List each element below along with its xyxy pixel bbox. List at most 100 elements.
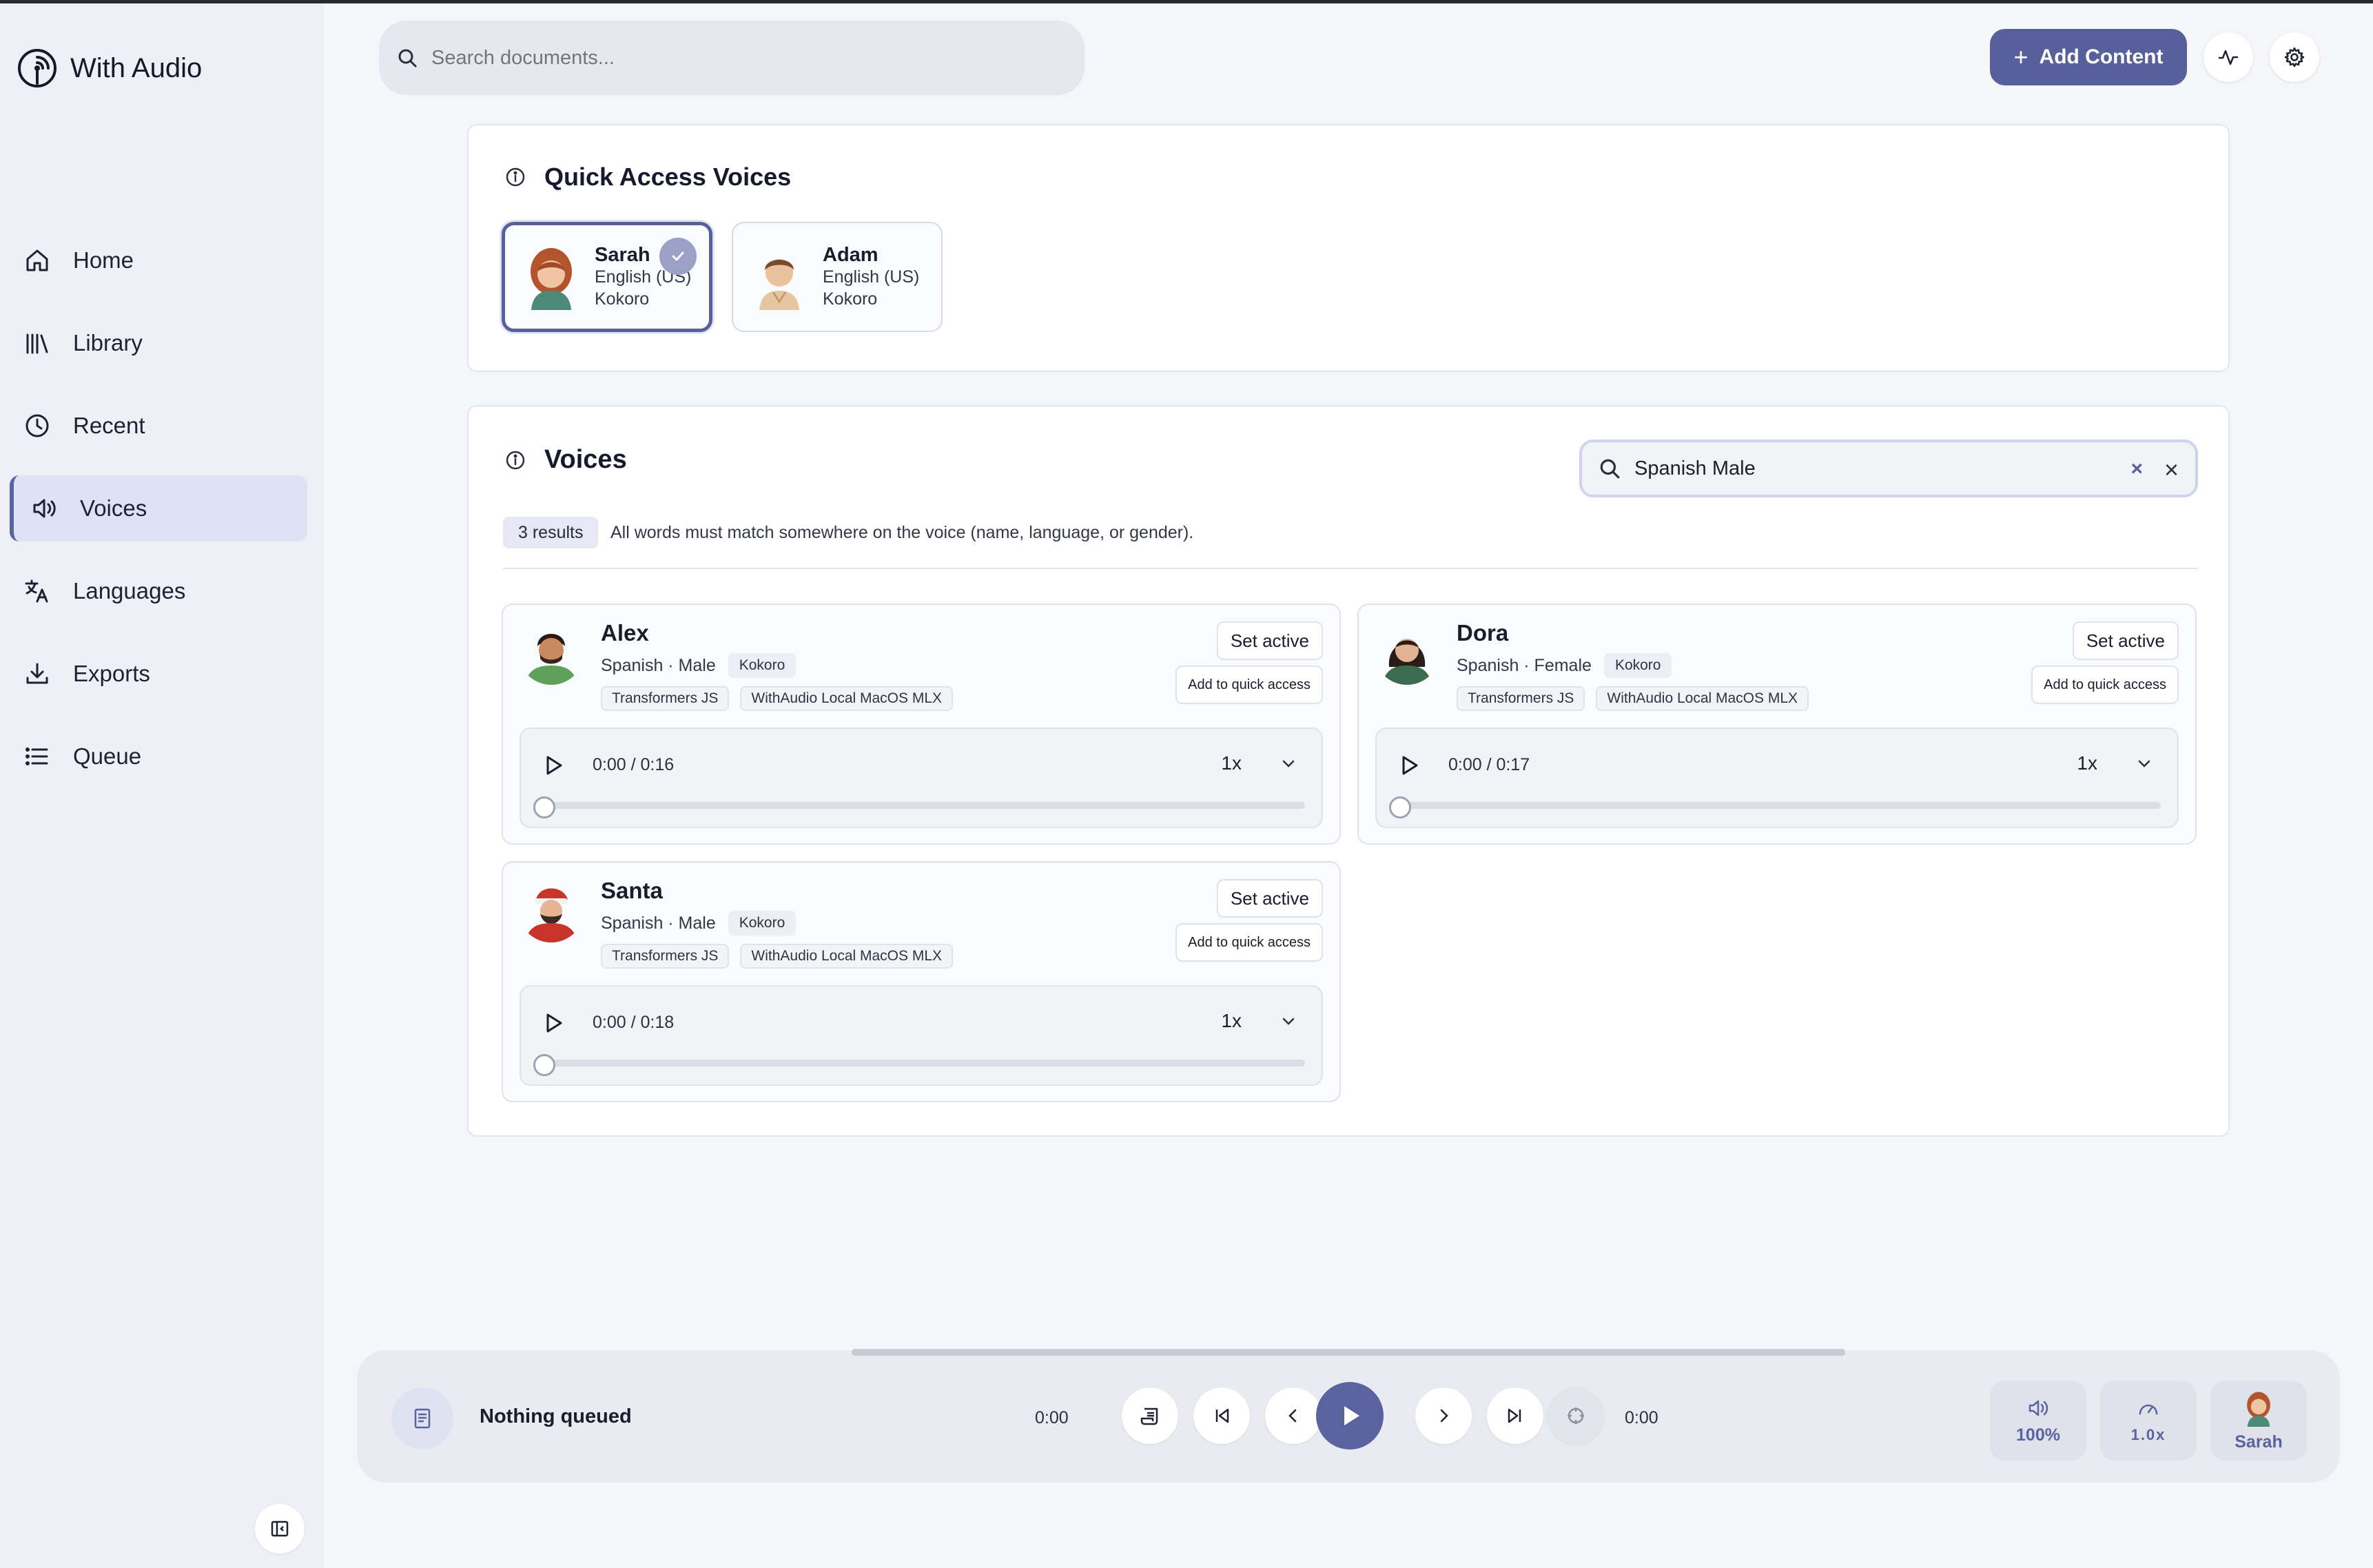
voice-name: Santa	[601, 878, 663, 903]
chevron-down-icon	[1282, 1018, 1295, 1025]
voice-tags: Transformers JS WithAudio Local MacOS ML…	[1457, 686, 1809, 711]
voice-search-box[interactable]: × ×	[1579, 440, 2198, 497]
tag-chip: Transformers JS	[1457, 686, 1585, 711]
add-to-quick-access-button[interactable]: Add to quick access	[2031, 666, 2179, 704]
sidebar: With Audio Home Library Recent Voices La…	[0, 3, 324, 1568]
document-thumbnail[interactable]	[391, 1388, 453, 1450]
preview-progress-track[interactable]	[539, 1060, 1305, 1066]
preview-progress-knob[interactable]	[533, 796, 555, 818]
skip-back-icon	[1215, 1408, 1229, 1423]
set-active-button[interactable]: Set active	[1216, 879, 1323, 918]
sidebar-item-exports[interactable]: Exports	[10, 641, 307, 707]
activity-icon	[2218, 50, 2239, 65]
settings-button[interactable]	[2270, 32, 2319, 82]
next-button[interactable]	[1415, 1388, 1472, 1444]
sidebar-nav: Home Library Recent Voices Languages Exp…	[10, 227, 307, 806]
quick-access-panel: Quick Access Voices Sarah English (US) K…	[467, 124, 2230, 372]
translate-icon	[25, 579, 48, 603]
add-to-quick-access-button[interactable]: Add to quick access	[1175, 666, 1323, 704]
clear-search-icon[interactable]: ×	[2130, 459, 2143, 479]
preview-progress-knob[interactable]	[533, 1054, 555, 1076]
voice-tags: Transformers JS WithAudio Local MacOS ML…	[601, 686, 954, 711]
quick-voice-engine: Kokoro	[823, 289, 878, 309]
previous-button[interactable]	[1265, 1388, 1322, 1444]
logo-icon	[18, 49, 56, 87]
elapsed-time: 0:00	[1035, 1408, 1069, 1427]
collapse-sidebar-button[interactable]	[255, 1504, 305, 1554]
speed-value: 1x	[2077, 752, 2097, 774]
brand[interactable]: With Audio	[17, 48, 202, 89]
quick-voice-name: Adam	[823, 244, 879, 266]
speed-control[interactable]: 1.0x	[2100, 1381, 2197, 1461]
plus-icon: +	[2013, 43, 2028, 71]
preview-time: 0:00 / 0:18	[593, 1013, 675, 1032]
locate-button[interactable]	[1548, 1388, 1604, 1444]
speed-value: 1x	[1221, 1010, 1242, 1031]
voice-meta: Spanish · Male Kokoro	[601, 911, 797, 936]
check-icon	[672, 251, 684, 261]
speed-select[interactable]: 1x	[2077, 752, 2153, 774]
quick-access-header: Quick Access Voices	[504, 163, 791, 192]
sidebar-item-queue[interactable]: Queue	[10, 723, 307, 790]
speed-select[interactable]: 1x	[1221, 1010, 1297, 1032]
voices-panel: Voices × × 3 results All words must matc…	[467, 405, 2230, 1137]
quick-access-title: Quick Access Voices	[544, 163, 792, 191]
activity-button[interactable]	[2204, 32, 2253, 82]
voice-language-gender: Spanish · Male	[601, 913, 716, 933]
voice-selector[interactable]: Sarah	[2210, 1381, 2307, 1461]
play-icon[interactable]	[1397, 754, 1421, 777]
voice-meta: Spanish · Female Kokoro	[1457, 653, 1672, 678]
transcript-button[interactable]	[1122, 1388, 1178, 1444]
avatar	[518, 619, 584, 685]
clock-icon	[25, 414, 49, 437]
sidebar-item-recent[interactable]: Recent	[10, 393, 307, 459]
skip-forward-button[interactable]	[1487, 1388, 1543, 1444]
voices-header: Voices	[504, 445, 627, 475]
remaining-time: 0:00	[1625, 1408, 1658, 1427]
document-search[interactable]	[379, 21, 1085, 95]
preview-progress-knob[interactable]	[1389, 796, 1411, 818]
gauge-icon	[2139, 1404, 2158, 1415]
play-icon[interactable]	[542, 754, 565, 777]
chevron-right-icon	[1440, 1409, 1448, 1423]
tag-chip: WithAudio Local MacOS MLX	[740, 686, 954, 711]
sidebar-item-label: Queue	[73, 743, 142, 769]
preview-time: 0:00 / 0:16	[593, 755, 675, 774]
play-icon	[1344, 1406, 1359, 1425]
preview-progress-track[interactable]	[539, 802, 1305, 809]
document-icon	[414, 1408, 431, 1429]
crosshair-icon	[1568, 1407, 1584, 1424]
preview-time: 0:00 / 0:17	[1448, 755, 1530, 774]
sidebar-item-library[interactable]: Library	[10, 310, 307, 376]
horizontal-scrollbar[interactable]	[852, 1349, 1845, 1356]
close-icon[interactable]: ×	[2164, 457, 2179, 482]
voice-meta: Spanish · Male Kokoro	[601, 653, 797, 678]
speed-select[interactable]: 1x	[1221, 752, 1297, 774]
sidebar-item-label: Exports	[73, 661, 150, 686]
quick-voice-card-sarah[interactable]: Sarah English (US) Kokoro	[502, 222, 712, 332]
play-icon[interactable]	[542, 1011, 565, 1035]
volume-icon	[2028, 1400, 2048, 1416]
set-active-button[interactable]: Set active	[1216, 621, 1323, 660]
sidebar-item-languages[interactable]: Languages	[10, 558, 307, 624]
search-input[interactable]	[431, 46, 1038, 70]
home-icon	[26, 249, 48, 271]
library-icon	[26, 333, 48, 354]
tag-chip: Transformers JS	[601, 686, 730, 711]
volume-control[interactable]: 100%	[1990, 1381, 2086, 1461]
sidebar-item-home[interactable]: Home	[10, 227, 307, 293]
voice-name: Alex	[601, 620, 649, 646]
skip-back-button[interactable]	[1193, 1388, 1250, 1444]
preview-progress-track[interactable]	[1395, 802, 2161, 809]
sidebar-item-label: Voices	[80, 495, 147, 521]
sidebar-item-voices[interactable]: Voices	[10, 475, 307, 541]
set-active-button[interactable]: Set active	[2072, 621, 2179, 660]
quick-voice-card-adam[interactable]: Adam English (US) Kokoro	[732, 222, 943, 332]
voice-name: Dora	[1457, 620, 1509, 646]
add-content-label: Add Content	[2039, 45, 2164, 68]
play-button[interactable]	[1316, 1382, 1384, 1450]
engine-badge: Kokoro	[1603, 653, 1672, 678]
voice-search-input[interactable]	[1634, 457, 2117, 480]
add-to-quick-access-button[interactable]: Add to quick access	[1175, 923, 1323, 962]
add-content-button[interactable]: + Add Content	[1990, 29, 2187, 85]
